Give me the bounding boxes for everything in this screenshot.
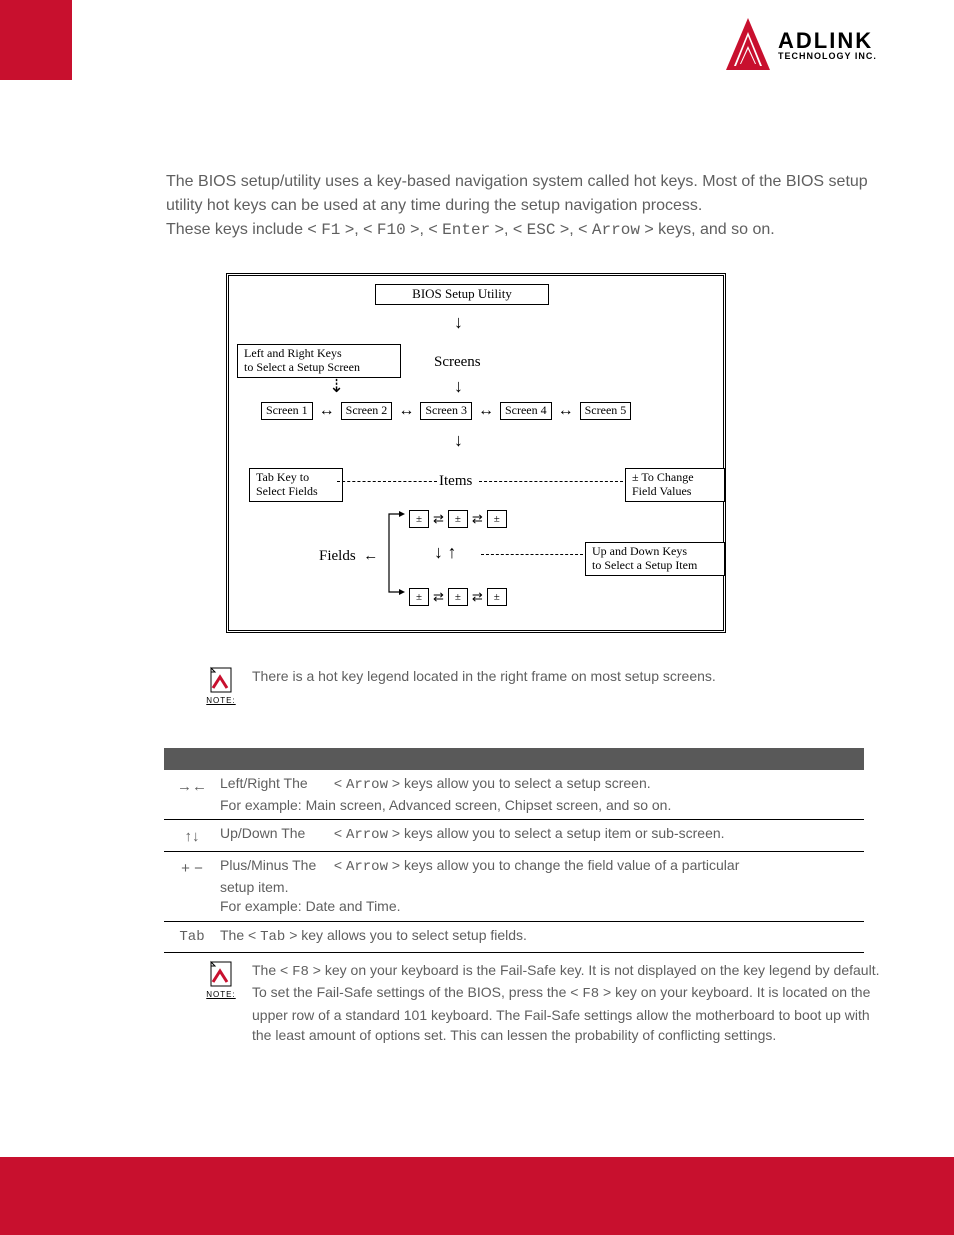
key-arrow: Arrow: [346, 859, 388, 875]
screen-1-box: Screen 1: [261, 402, 313, 420]
row-label: Up/Down The: [220, 824, 330, 844]
dotted-line: [481, 554, 583, 555]
note-1-text: There is a hot key legend located in the…: [252, 666, 716, 686]
key-f10: F10: [377, 221, 406, 239]
screen-2-box: Screen 2: [341, 402, 393, 420]
down-arrow-icon: ↓: [454, 430, 463, 451]
note-label: NOTE:: [204, 990, 238, 999]
table-header-bar: [164, 748, 864, 770]
row-label: Plus/Minus The: [220, 856, 330, 876]
logo-name: ADLINK: [778, 29, 877, 52]
fields-label: Fields ←: [319, 548, 378, 565]
field-row-bracket: [381, 508, 405, 602]
fields-row-2: ± ⇄ ± ⇄ ±: [409, 588, 507, 606]
key-symbol-lr: →←: [164, 774, 220, 815]
intro-para-2a: These keys include <: [166, 221, 321, 238]
key-arrow: Arrow: [346, 777, 388, 793]
intro-para-1: The BIOS setup/utility uses a key-based …: [166, 173, 868, 214]
note-2-text: The < F8 > key on your keyboard is the F…: [252, 960, 884, 1045]
key-arrow: Arrow: [592, 221, 640, 239]
key-f1: F1: [321, 221, 340, 239]
hswap-arrow-icon: ⇄: [433, 512, 444, 527]
key-symbol-ud: ↑↓: [164, 824, 220, 847]
key-symbol-tab: Tab: [164, 926, 220, 948]
hotkey-table: →← Left/Right The < Arrow > keys allow y…: [164, 748, 864, 953]
key-tab: Tab: [260, 929, 285, 945]
key-f8: F8: [582, 986, 599, 1002]
items-label: Items: [439, 473, 472, 490]
screen-4-box: Screen 4: [500, 402, 552, 420]
hswap-arrow-icon: ↔: [558, 402, 574, 420]
note-block-1: NOTE: There is a hot key legend located …: [204, 666, 874, 705]
hswap-arrow-icon: ⇄: [433, 590, 444, 605]
hswap-arrow-icon: ↔: [319, 402, 335, 420]
row-label: Left/Right The: [220, 774, 330, 794]
screen-5-box: Screen 5: [580, 402, 632, 420]
field-cell: ±: [487, 510, 507, 528]
hswap-arrow-icon: ↔: [478, 402, 494, 420]
tab-key-note: Tab Key to Select Fields: [249, 468, 343, 502]
field-cell: ±: [448, 588, 468, 606]
hswap-arrow-icon: ⇄: [472, 512, 483, 527]
key-esc: ESC: [527, 221, 556, 239]
diagram-title-box: BIOS Setup Utility: [375, 284, 549, 305]
key-enter: Enter: [442, 221, 490, 239]
dotted-line: [479, 481, 623, 482]
intro-text: The BIOS setup/utility uses a key-based …: [166, 170, 896, 242]
adlink-logo: ADLINK TECHNOLOGY INC.: [726, 18, 934, 78]
row-example: For example: Date and Time.: [220, 898, 401, 914]
header-accent: [0, 0, 72, 80]
note-icon: NOTE:: [204, 666, 238, 705]
field-cell: ±: [487, 588, 507, 606]
logo-subname: TECHNOLOGY INC.: [778, 52, 877, 61]
down-arrow-icon: ↓: [454, 376, 463, 397]
hswap-arrow-icon: ↔: [398, 402, 414, 420]
down-arrow-icon: ↓: [454, 312, 463, 333]
screens-row: Screen 1 ↔ Screen 2 ↔ Screen 3 ↔ Screen …: [261, 402, 631, 420]
table-row: Tab The < Tab > key allows you to select…: [164, 922, 864, 953]
table-row: + − Plus/Minus The < Arrow > keys allow …: [164, 852, 864, 922]
fields-row-1: ± ⇄ ± ⇄ ±: [409, 510, 507, 528]
lr-keys-note: Left and Right Keys to Select a Setup Sc…: [237, 344, 401, 378]
field-cell: ±: [409, 588, 429, 606]
adlink-triangle-icon: [726, 18, 770, 72]
up-down-keys-note: Up and Down Keys to Select a Setup Item: [585, 542, 725, 576]
key-arrow: Arrow: [346, 827, 388, 843]
dotted-down-icon: ⇣: [329, 376, 344, 397]
hswap-arrow-icon: ⇄: [472, 590, 483, 605]
key-f8: F8: [292, 964, 309, 980]
field-cell: ±: [448, 510, 468, 528]
row-example: For example: Main screen, Advanced scree…: [220, 797, 671, 813]
note-block-2: NOTE: The < F8 > key on your keyboard is…: [204, 960, 884, 1045]
screens-label: Screens: [434, 354, 481, 371]
bios-navigation-diagram: BIOS Setup Utility ↓ Left and Right Keys…: [226, 273, 726, 633]
pm-change-note: ± To Change Field Values: [625, 468, 725, 502]
up-down-arrow-icon: ↓ ↑: [434, 542, 457, 563]
table-row: ↑↓ Up/Down The < Arrow > keys allow you …: [164, 820, 864, 852]
key-symbol-pm: + −: [164, 856, 220, 917]
dotted-line: [337, 481, 437, 482]
field-cell: ±: [409, 510, 429, 528]
screen-3-box: Screen 3: [420, 402, 472, 420]
footer-accent: [0, 1157, 954, 1235]
note-icon: NOTE:: [204, 960, 238, 999]
table-row: →← Left/Right The < Arrow > keys allow y…: [164, 770, 864, 820]
note-label: NOTE:: [204, 696, 238, 705]
